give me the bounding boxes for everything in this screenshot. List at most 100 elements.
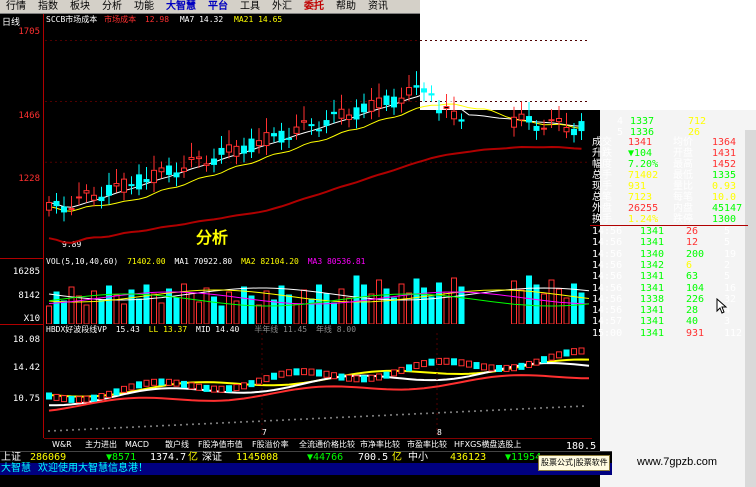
- indicator-axis-label: 14.42: [12, 363, 40, 373]
- stat-value: 7123: [628, 192, 653, 203]
- price-axis-label: 1705: [18, 27, 40, 37]
- menu-item[interactable]: 外汇: [266, 0, 298, 13]
- indicator-tab[interactable]: 散户线: [165, 439, 189, 450]
- tick-volume: 63: [686, 271, 699, 283]
- indicator-tab[interactable]: HFXGS横盘选股上: [454, 439, 521, 450]
- menu-item[interactable]: 分析: [96, 0, 128, 13]
- tick-time: 14:57: [592, 316, 623, 328]
- stat-value: 45147: [712, 203, 743, 214]
- indicator-tab[interactable]: F股净值市值: [198, 439, 243, 450]
- message-bar: 大智慧 欢迎使用大智慧信息港！: [0, 463, 612, 475]
- tick-volume: 40: [686, 316, 699, 328]
- stat-label: 每笔: [673, 192, 693, 203]
- stat-label: 外盘: [592, 203, 612, 214]
- tick-volume: 28: [686, 305, 699, 317]
- menu-item[interactable]: 功能: [128, 0, 160, 13]
- stat-label: 最低: [673, 170, 693, 181]
- indicator-tab[interactable]: 市净率比较: [360, 439, 400, 450]
- stat-label: 开盘: [673, 148, 693, 159]
- indicator-tab[interactable]: F股溢价率: [252, 439, 289, 450]
- volume-chart[interactable]: [45, 266, 590, 324]
- stat-value: 71402: [628, 170, 659, 181]
- tick-time: 14:56: [592, 271, 623, 283]
- tick-count: 112: [724, 327, 743, 339]
- mouse-cursor-icon: [716, 298, 728, 314]
- stat-label: 总手: [592, 170, 612, 181]
- stat-value: 931: [628, 181, 647, 192]
- tick-count: 16: [724, 282, 737, 294]
- indicator-value: 12.98: [144, 15, 170, 24]
- stat-label: 内盘: [673, 203, 693, 214]
- menu-item[interactable]: 帮助: [330, 0, 362, 13]
- book-row: 4 1337 712: [590, 116, 748, 127]
- volume-ma1: MA1 70922.80: [174, 257, 233, 266]
- welcome-message: 欢迎使用大智慧信息港！: [38, 463, 148, 474]
- stat-label: 成交: [592, 137, 612, 148]
- menu-item[interactable]: 指数: [32, 0, 64, 13]
- indicator-tabs: W&R 主力进出 MACD 散户线 F股净值市值 F股溢价率 全流通价格比较 市净率比较 市盈率…: [44, 438, 592, 450]
- indicator-tab[interactable]: 主力进出: [85, 439, 117, 450]
- tick-row: 14:56 1340 200 19: [590, 249, 748, 260]
- indicator-tab[interactable]: 市盈率比较: [407, 439, 447, 450]
- tick-count: 2: [724, 259, 731, 271]
- volume-axis-label: X10: [23, 314, 40, 324]
- stat-row: 总手 71402 最低 1335: [590, 170, 748, 181]
- menu-item[interactable]: 委托: [298, 0, 330, 13]
- indicator-tab[interactable]: W&R: [52, 439, 72, 450]
- tick-time: 14:56: [592, 248, 623, 260]
- tick-count: 3: [724, 316, 731, 328]
- candlestick-chart[interactable]: [45, 24, 590, 259]
- tick-row: 14:56 1341 12 5: [590, 237, 748, 248]
- indicator-name: SCCB市场成本: [46, 15, 98, 24]
- ad-box[interactable]: 股票公式|股票软件: [538, 455, 610, 471]
- ma7-value: MA7 14.32: [179, 15, 224, 24]
- menu-item[interactable]: 工具: [234, 0, 266, 13]
- stat-row: 幅度 7.20% 最高 1452: [590, 159, 748, 170]
- menu-item[interactable]: 资讯: [362, 0, 394, 13]
- stat-value: 26255: [628, 203, 659, 214]
- tick-time: 14:56: [592, 305, 623, 317]
- volume-name: VOL(5,10,40,60): [46, 257, 119, 266]
- stat-label: 换手: [592, 214, 612, 225]
- price-axis-label: 1466: [18, 111, 40, 121]
- volume-ma2: MA2 82104.20: [241, 257, 299, 266]
- period-tag[interactable]: 日线: [2, 15, 20, 28]
- tick-row: 14:56 1341 104 16: [590, 283, 748, 294]
- tick-price: 1341: [640, 237, 665, 249]
- book-level: 4: [617, 116, 624, 127]
- indicator-tab[interactable]: MACD: [125, 439, 149, 450]
- tick-volume: 226: [686, 293, 705, 305]
- menu-item[interactable]: 板块: [64, 0, 96, 13]
- menu-bar: 行情 指数 板块 分析 功能 大智慧 平台 工具 外汇 委托 帮助 资讯: [0, 0, 420, 14]
- tick-time: 14:56: [592, 259, 623, 271]
- tick-time: 14:56: [592, 226, 623, 237]
- menu-item[interactable]: 平台: [202, 0, 234, 13]
- stat-label: 最高: [673, 159, 693, 170]
- indicator-tab[interactable]: 全流通价格比较: [299, 439, 355, 450]
- stat-value: ▼104: [628, 148, 653, 159]
- indicator-chart[interactable]: [45, 333, 590, 438]
- price-axis-label: 1228: [18, 174, 40, 184]
- tick-row: 14:56 1341 63 5: [590, 271, 748, 282]
- stat-row: 总笔 7123 每笔 10.0: [590, 192, 748, 203]
- stat-label: 总笔: [592, 192, 612, 203]
- volume-header: VOL(5,10,40,60) 71402.00 MA1 70922.80 MA…: [46, 257, 365, 266]
- tick-count: 5: [724, 237, 731, 249]
- tick-volume: 200: [686, 248, 705, 260]
- menu-item[interactable]: 大智慧: [160, 0, 202, 13]
- stat-value: 1.24%: [628, 214, 659, 225]
- month-label: 7: [262, 428, 267, 437]
- menu-item[interactable]: 行情: [0, 0, 32, 13]
- corner-value: 180.5: [566, 441, 597, 452]
- tick-price: 1341: [640, 271, 665, 283]
- tick-price: 1342: [640, 259, 665, 271]
- stat-value: 1431: [712, 148, 737, 159]
- stat-value: 0.93: [712, 181, 737, 192]
- tick-volume: 26: [686, 226, 699, 237]
- stat-label: 均价: [673, 137, 693, 148]
- tick-price: 1341: [640, 305, 665, 317]
- book-price: 1337: [630, 116, 655, 127]
- stat-label: 幅度: [592, 159, 612, 170]
- stat-row: 升跌 ▼104 开盘 1431: [590, 148, 748, 159]
- stat-value: 1452: [712, 159, 737, 170]
